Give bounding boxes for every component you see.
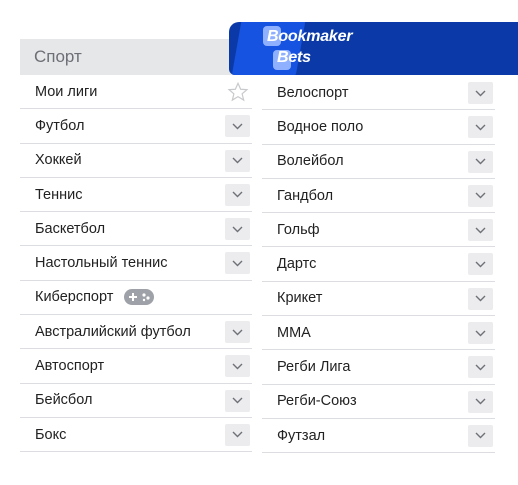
sports-list-left: Мои лиги Футбол Хоккей Теннис Баскетбол Насто… [20,75,252,453]
sport-row[interactable]: Мои лиги [20,75,252,110]
chevron-down-icon[interactable] [225,423,250,446]
sport-label: Баскетбол [35,220,106,237]
sport-label: Волейбол [277,153,344,170]
sport-row[interactable]: Велоспорт [262,76,495,111]
sport-label: Теннис [35,186,83,203]
chevron-down-icon[interactable] [468,253,493,276]
star-icon[interactable] [226,81,250,103]
sport-label: Австралийский футбол [35,323,191,340]
sport-row[interactable]: Регби-Союз [262,385,495,419]
sport-label: Футбол [35,117,85,134]
sport-row[interactable]: Баскетбол [20,212,252,247]
sport-row[interactable]: ММА [262,316,495,351]
sport-row[interactable]: Волейбол [262,145,495,179]
sport-label: ММА [277,324,311,341]
sport-row[interactable]: Хоккей [20,144,252,178]
gamepad-icon [123,288,155,306]
sport-label: Настольный теннис [35,255,168,272]
logo-text-line1: Bookmaker [267,28,353,45]
sport-row[interactable]: Настольный теннис [20,246,252,281]
chevron-down-icon[interactable] [468,322,493,345]
sport-row[interactable]: Бокс [20,418,252,453]
sport-row[interactable]: Автоспорт [20,349,252,384]
chevron-down-icon[interactable] [468,116,493,139]
sport-label: Велоспорт [277,84,349,101]
chevron-down-icon[interactable] [225,218,250,241]
sport-row[interactable]: Гольф [262,213,495,248]
chevron-down-icon[interactable] [225,115,250,138]
sport-label: Водное поло [277,118,364,135]
sport-label: Регби-Союз [277,393,357,410]
sport-label: Мои лиги [35,83,98,100]
sport-label: Бокс [35,426,67,443]
chevron-down-icon[interactable] [225,149,250,172]
sport-row[interactable]: Теннис [20,178,252,213]
sport-row[interactable]: Киберспорт [20,281,252,316]
sport-row[interactable]: Дартс [262,247,495,282]
sport-row[interactable]: Бейсбол [20,384,252,418]
chevron-down-icon[interactable] [468,219,493,242]
sport-row[interactable]: Футзал [262,419,495,454]
logo-text-line2: Bets [277,49,311,66]
sport-row[interactable]: Водное поло [262,110,495,145]
sport-label: Гандбол [277,187,334,204]
chevron-down-icon[interactable] [468,390,493,413]
sport-label: Автоспорт [35,358,105,375]
sports-list-right: Велоспорт Водное поло Волейбол Гандбол Гольф… [262,76,495,454]
sports-header: Спорт [20,39,252,75]
sport-label: Крикет [277,290,323,307]
chevron-down-icon[interactable] [225,183,250,206]
sport-row[interactable]: Футбол [20,109,252,144]
sport-row[interactable]: Гандбол [262,179,495,214]
sport-label: Киберспорт [35,289,114,306]
sport-label: Бейсбол [35,392,93,409]
sport-row[interactable]: Крикет [262,282,495,317]
sport-label: Хоккей [35,152,82,169]
chevron-down-icon[interactable] [468,424,493,447]
chevron-down-icon[interactable] [225,252,250,275]
chevron-down-icon[interactable] [225,389,250,412]
chevron-down-icon[interactable] [468,356,493,379]
chevron-down-icon[interactable] [468,184,493,207]
sport-label: Гольф [277,221,320,238]
chevron-down-icon[interactable] [468,150,493,173]
chevron-down-icon[interactable] [468,82,493,104]
sport-label: Дартс [277,256,317,273]
sport-row[interactable]: Австралийский футбол [20,315,252,350]
chevron-down-icon[interactable] [468,287,493,310]
sport-row[interactable]: Регби Лига [262,350,495,385]
sport-label: Футзал [277,427,326,444]
bookmaker-bets-logo[interactable]: Bookmaker Bets [229,22,518,75]
sports-header-title: Спорт [34,47,82,66]
chevron-down-icon[interactable] [225,321,250,344]
chevron-down-icon[interactable] [225,355,250,378]
sport-label: Регби Лига [277,359,351,376]
